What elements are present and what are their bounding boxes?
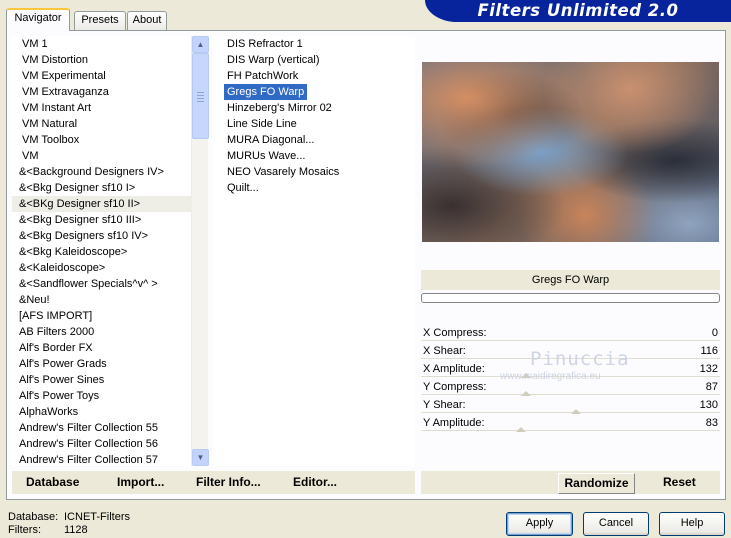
param-slider[interactable]: X Compress: 0 — [421, 324, 720, 342]
category-item[interactable]: &<Kaleidoscope> — [12, 260, 191, 276]
progress-bar — [421, 293, 720, 303]
category-item[interactable]: Alf's Power Toys — [12, 388, 191, 404]
scroll-down-button[interactable]: ▼ — [192, 449, 209, 466]
category-item[interactable]: VM Instant Art — [12, 100, 191, 116]
param-value: 87 — [705, 381, 718, 393]
param-value: 83 — [705, 417, 718, 429]
list-action-bar: Database Import... Filter Info... Editor… — [12, 471, 415, 494]
database-name: ICNET-Filters — [64, 511, 130, 523]
category-item[interactable]: VM Experimental — [12, 68, 191, 84]
tab-presets[interactable]: Presets — [74, 11, 126, 30]
param-label: Y Compress: — [423, 381, 487, 393]
category-item[interactable]: VM Extravaganza — [12, 84, 191, 100]
param-label: X Amplitude: — [423, 363, 485, 375]
category-item[interactable]: &Neu! — [12, 292, 191, 308]
watermark-name: Pinuccia — [530, 348, 630, 370]
category-item[interactable]: [AFS IMPORT] — [12, 308, 191, 324]
category-item[interactable]: VM 1 — [12, 36, 191, 52]
category-item[interactable]: Andrew's Filter Collection 56 — [12, 436, 191, 452]
category-item[interactable]: Alf's Border FX — [12, 340, 191, 356]
param-slider[interactable]: Y Amplitude: 83 — [421, 414, 720, 432]
param-slider[interactable]: Y Shear: 130 — [421, 396, 720, 414]
category-item[interactable]: VM — [12, 148, 191, 164]
category-item[interactable]: Alf's Power Grads — [12, 356, 191, 372]
category-item[interactable]: AB Filters 2000 — [12, 324, 191, 340]
category-item[interactable]: VM Distortion — [12, 52, 191, 68]
category-item[interactable]: VM Toolbox — [12, 132, 191, 148]
database-button[interactable]: Database — [26, 471, 79, 494]
category-item[interactable]: &<Background Designers IV> — [12, 164, 191, 180]
title-banner: Filters Unlimited 2.0 — [425, 0, 731, 22]
cancel-button[interactable]: Cancel — [583, 512, 649, 536]
scroll-up-button[interactable]: ▲ — [192, 36, 209, 53]
editor-button[interactable]: Editor... — [293, 471, 337, 494]
filter-item[interactable]: DIS Refractor 1 — [227, 36, 303, 52]
category-item[interactable]: &<Bkg Kaleidoscope> — [12, 244, 191, 260]
param-label: X Compress: — [423, 327, 487, 339]
filter-item[interactable]: Hinzeberg's Mirror 02 — [227, 100, 332, 116]
param-label: Y Shear: — [423, 399, 466, 411]
filter-item[interactable]: MURA Diagonal... — [227, 132, 314, 148]
filter-count: 1128 — [64, 524, 88, 536]
param-value: 0 — [711, 327, 718, 339]
filter-item[interactable]: FH PatchWork — [227, 68, 298, 84]
filter-item[interactable]: Quilt... — [227, 180, 259, 196]
param-value: 132 — [699, 363, 718, 375]
app-title: Filters Unlimited 2.0 — [477, 1, 679, 20]
filter-list[interactable]: DIS Refractor 1 DIS Warp (vertical) FH Pat… — [214, 36, 415, 466]
filter-preview-image — [422, 62, 719, 242]
current-filter-name: Gregs FO Warp — [421, 270, 720, 290]
apply-button[interactable]: Apply — [506, 512, 573, 536]
param-label: Y Amplitude: — [423, 417, 485, 429]
param-value: 116 — [700, 345, 718, 357]
category-item[interactable]: &<Bkg Designers sf10 IV> — [12, 228, 191, 244]
status-filters: Filters: 1128 — [8, 524, 88, 536]
watermark-site: www.maidiregrafica.eu — [500, 371, 601, 382]
reset-button[interactable]: Reset — [663, 471, 696, 494]
category-list[interactable]: VM 1 VM Distortion VM Experimental VM Extra… — [12, 36, 191, 466]
param-label: X Shear: — [423, 345, 466, 357]
category-scrollbar[interactable]: ▲ ▼ — [191, 36, 209, 466]
category-item[interactable]: Andrew's Filter Collection 57 — [12, 452, 191, 468]
scroll-thumb[interactable] — [192, 53, 209, 139]
category-item[interactable]: &<Sandflower Specials^v^ > — [12, 276, 191, 292]
category-item[interactable]: AlphaWorks — [12, 404, 191, 420]
randomize-button[interactable]: Randomize — [558, 473, 635, 494]
filter-item[interactable]: Gregs FO Warp — [224, 84, 308, 100]
param-value: 130 — [699, 399, 718, 411]
status-database: Database: ICNET-Filters — [8, 511, 130, 523]
filter-item[interactable]: DIS Warp (vertical) — [227, 52, 320, 68]
category-item[interactable]: &<Bkg Designer sf10 III> — [12, 212, 191, 228]
category-item[interactable]: &<BKg Designer sf10 II> — [12, 196, 191, 212]
filter-item[interactable]: MURUs Wave... — [227, 148, 305, 164]
category-item[interactable]: &<Bkg Designer sf10 I> — [12, 180, 191, 196]
category-item[interactable]: Andrew's Filter Collection 55 — [12, 420, 191, 436]
tab-about[interactable]: About — [127, 11, 167, 30]
filter-item[interactable]: NEO Vasarely Mosaics — [227, 164, 339, 180]
preview-action-bar: Randomize Reset — [421, 471, 720, 494]
filter-info-button[interactable]: Filter Info... — [196, 471, 261, 494]
filter-item[interactable]: Line Side Line — [227, 116, 297, 132]
tab-navigator[interactable]: Navigator — [6, 8, 70, 31]
category-item[interactable]: Alf's Power Sines — [12, 372, 191, 388]
import-button[interactable]: Import... — [117, 471, 164, 494]
help-button[interactable]: Help — [659, 512, 725, 536]
category-item[interactable]: VM Natural — [12, 116, 191, 132]
